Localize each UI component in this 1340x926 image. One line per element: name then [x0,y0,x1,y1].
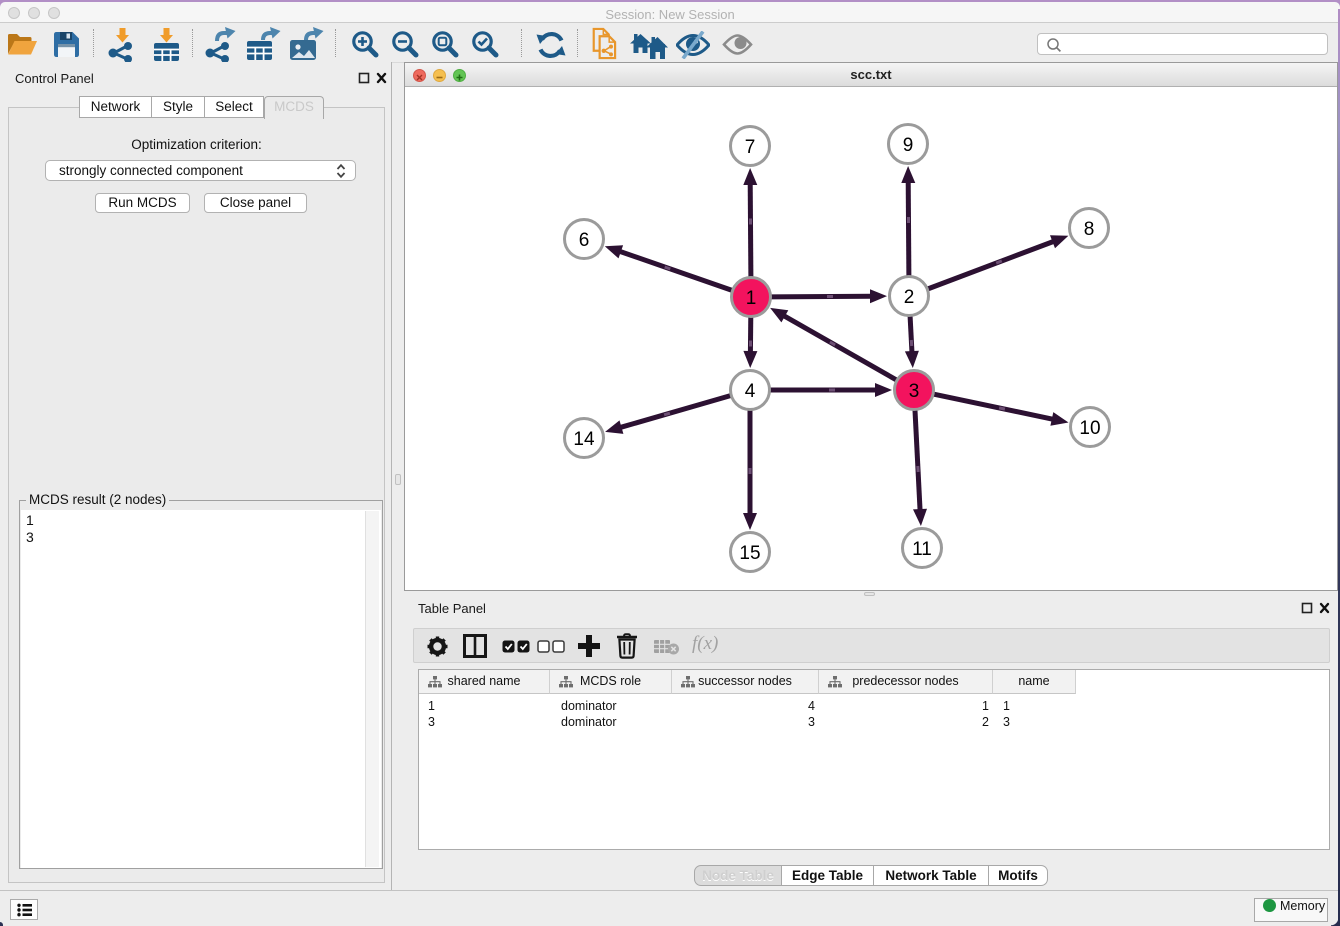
svg-text:3: 3 [909,381,920,402]
svg-text:7: 7 [745,137,756,158]
svg-text:11: 11 [912,539,932,560]
svg-text:8: 8 [1084,219,1095,240]
svg-text:2: 2 [904,287,915,308]
svg-text:14: 14 [573,429,595,450]
svg-text:6: 6 [579,230,590,251]
svg-text:4: 4 [745,381,756,402]
svg-text:1: 1 [746,288,757,309]
svg-text:10: 10 [1079,418,1100,439]
svg-text:15: 15 [739,543,760,564]
svg-text:9: 9 [903,135,914,156]
